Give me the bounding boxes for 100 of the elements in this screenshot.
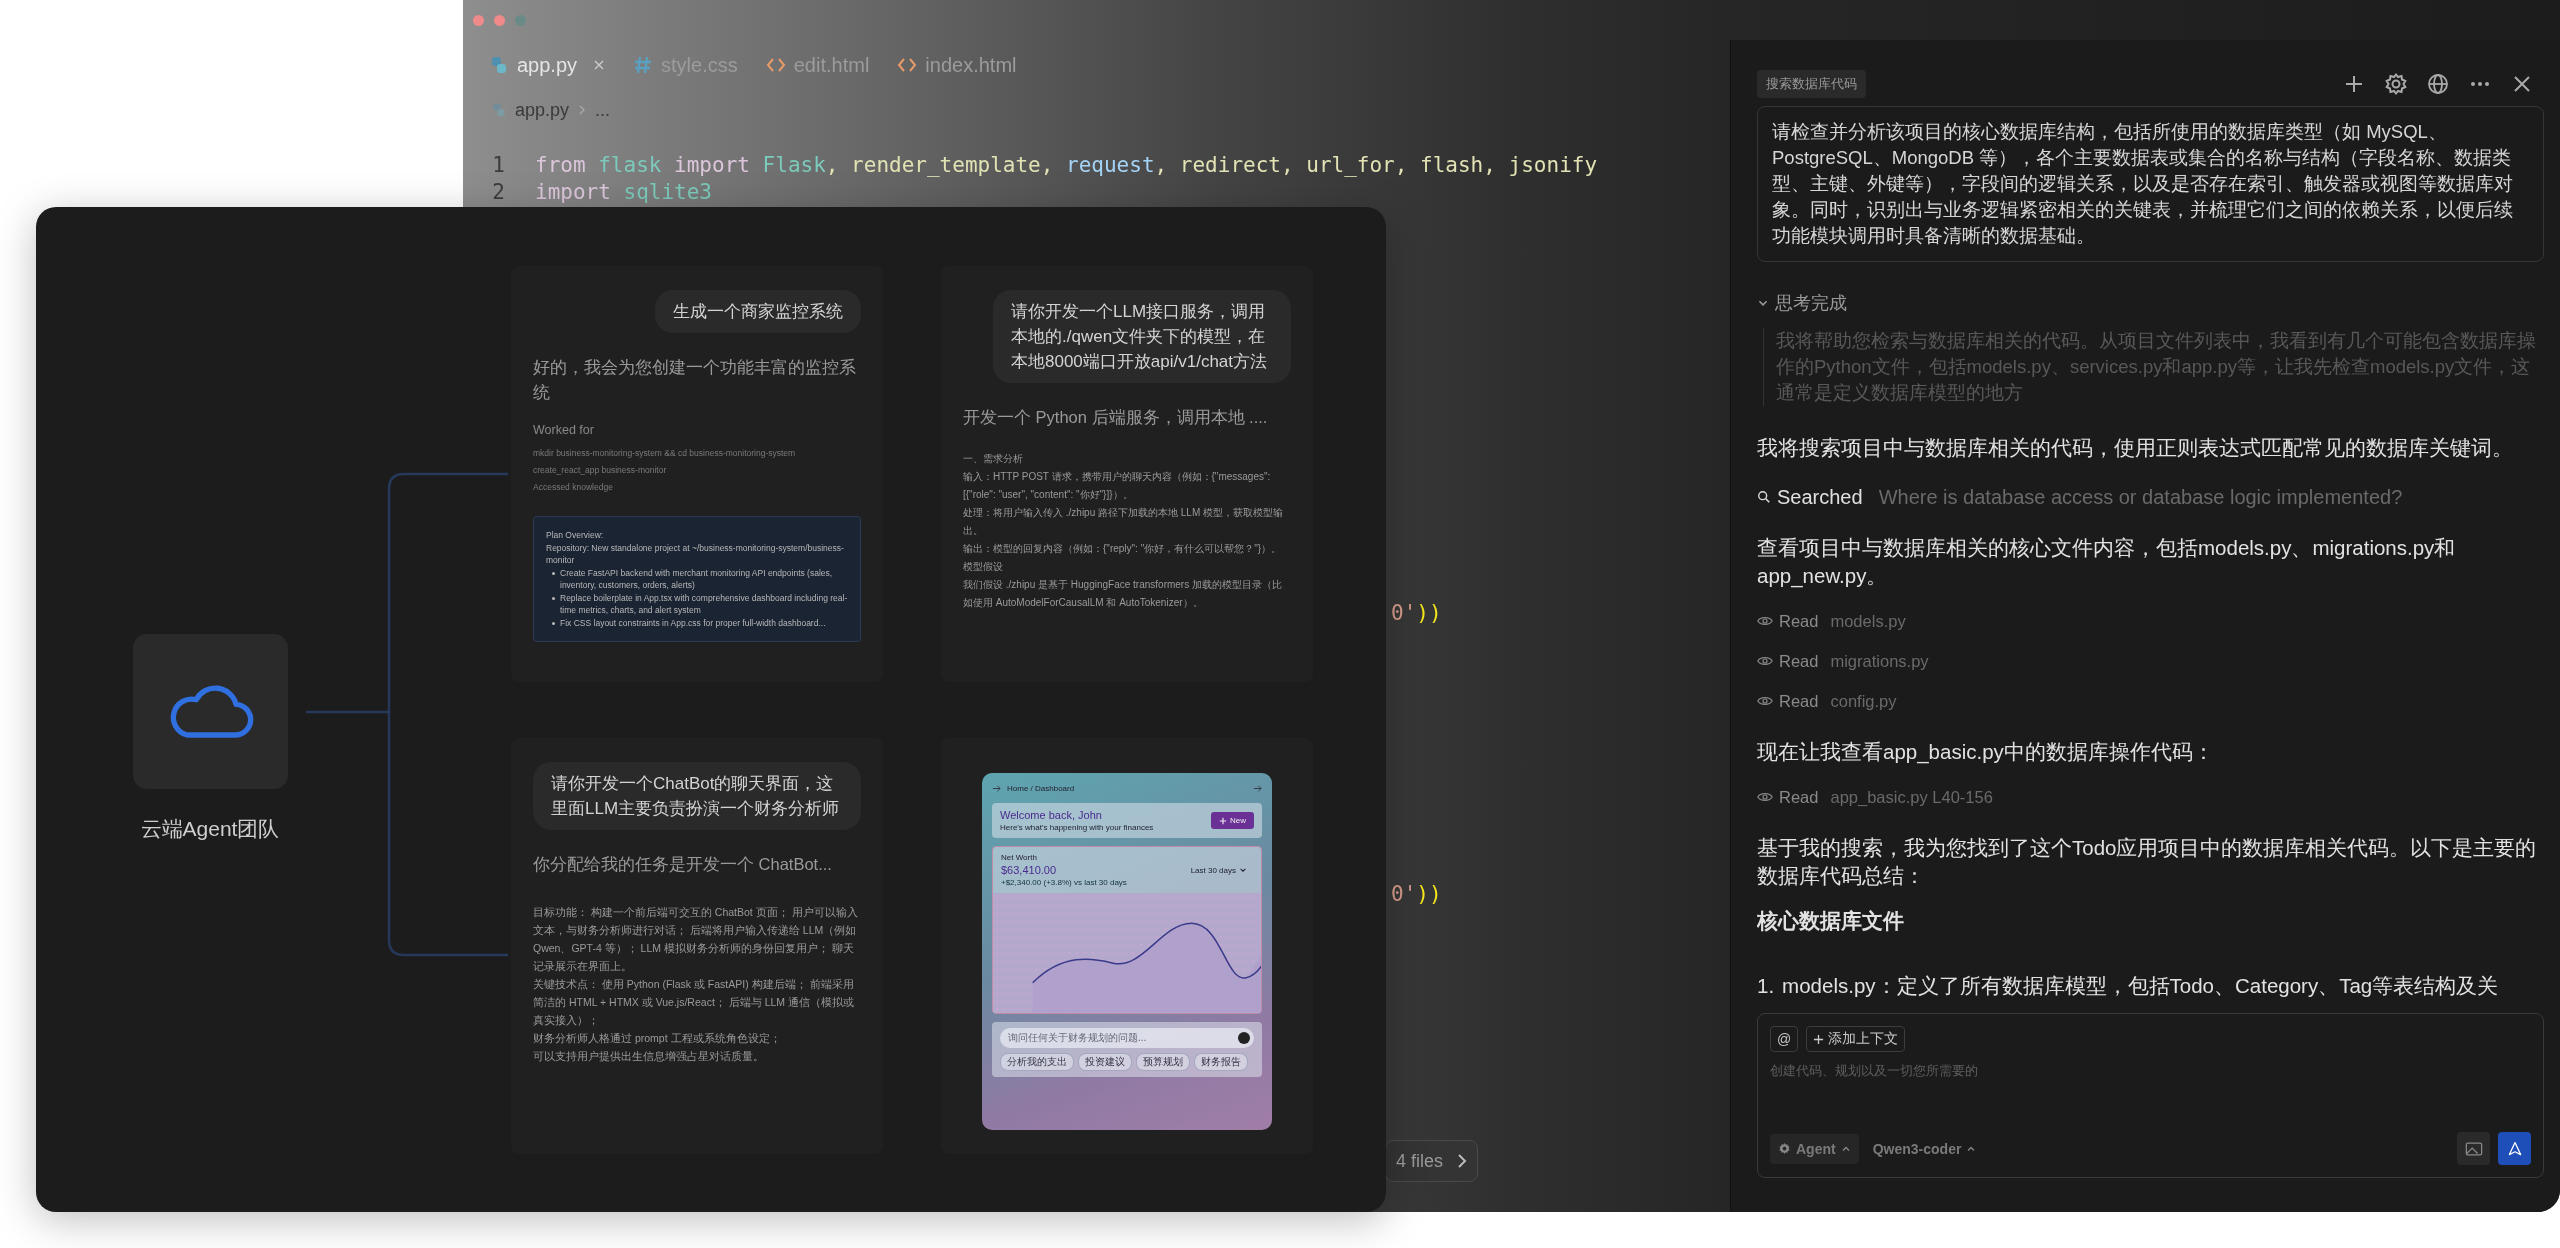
send-button[interactable]	[2498, 1132, 2531, 1165]
bullet-icon	[552, 621, 555, 625]
chevron-right-icon	[1457, 1153, 1468, 1169]
agent-team-tile[interactable]	[132, 634, 288, 789]
plus-icon	[1219, 816, 1227, 825]
breadcrumb-item[interactable]: ...	[595, 99, 611, 121]
agent-analysis-text: 一、需求分析	[963, 452, 1024, 466]
read-label: Read	[1779, 651, 1819, 672]
agent-analysis-text: 模型假设	[963, 560, 1004, 574]
preview-breadcrumb: Home / Dashboard	[1007, 783, 1075, 793]
eye-icon	[1757, 615, 1773, 627]
thinking-toggle[interactable]: 思考完成	[1757, 290, 1847, 316]
breadcrumb-item[interactable]: app.py	[515, 99, 570, 121]
agent-analysis-text: 输入：HTTP POST 请求，携带用户的聊天内容（例如：{"messages": [{"role": "user", "content": "你好"}]}）。	[963, 470, 1272, 502]
read-label: Read	[1779, 787, 1819, 808]
agent-reply: 开发一个 Python 后端服务，调用本地 ....	[963, 407, 1269, 428]
file-link[interactable]: config.py	[1830, 687, 1897, 715]
mode-dropdown[interactable]: Agent	[1770, 1133, 1859, 1164]
image-icon	[2464, 1140, 2483, 1157]
file-link[interactable]: migrations.py	[1830, 647, 1929, 675]
question-placeholder: 询问任何关于财务规划的问题...	[1008, 1031, 1147, 1045]
suggestion-chip[interactable]: 预算规划	[1136, 1053, 1190, 1071]
gear-icon	[1778, 1142, 1791, 1155]
list-item-text: models.py：定义了所有数据库模型，包括Todo、Category、Tag等表结构及关	[1782, 973, 2499, 999]
code-line: 0'))	[1391, 882, 1442, 906]
section-heading: 核心数据库文件	[1757, 908, 1905, 934]
step-log-line: Accessed knowledge	[533, 481, 614, 494]
team-label: 云端Agent团队	[140, 816, 280, 842]
line-number: 1	[491, 152, 505, 179]
python-file-icon	[489, 55, 509, 75]
welcome-title: Welcome back, John	[1000, 809, 1102, 821]
chevron-down-icon	[1239, 866, 1247, 874]
file-tab[interactable]: index.html	[897, 45, 1017, 85]
agent-analysis-text: 财务分析师人格通过 prompt 工程或系统角色设定；	[533, 1031, 782, 1046]
plan-bullet-text: Fix CSS layout constraints in App.css for proper full-width dashboard...	[560, 616, 826, 629]
agent-analysis-text: 关键技术点： 使用 Python (Flask 或 FastAPI) 构建后端； 前端采用简洁的 HTML + HTMX 或 Vue.js/React； 后端与 LLM 通信（模拟或真实接入）；	[533, 977, 855, 1028]
thinking-label: 思考完成	[1775, 292, 1847, 315]
user-request-bubble: 生成一个商家监控系统	[655, 290, 861, 333]
file-link[interactable]: models.py	[1830, 607, 1906, 635]
mention-button[interactable]: @	[1770, 1026, 1799, 1052]
send-icon[interactable]	[1238, 1032, 1250, 1044]
step-log-line: create_react_app business-monitor	[533, 464, 668, 477]
thinking-text: 我将帮助您检索与数据库相关的代码。从项目文件列表中，我看到有几个可能包含数据库操作的Python文件，包括models.py、services.py和app.py等，让我先检查models.py文件，这通常是定义数据库模型的地方	[1763, 328, 2544, 406]
assistant-message: 查看项目中与数据库相关的核心文件内容，包括models.py、migrations.py和app_new.py。	[1757, 535, 2457, 590]
add-context-button[interactable]: 添加上下文	[1806, 1026, 1906, 1052]
model-dropdown[interactable]: Qwen3-coder	[1866, 1133, 1983, 1164]
step-log-line: mkdir business-monitoring-system && cd business-monitoring-system	[533, 447, 797, 460]
agent-analysis-text: 处理：将用户输入传入 ./zhipu 路径下加载的本地 LLM 模型，获取模型输出。	[963, 506, 1285, 538]
net-worth-amount: $63,410.00	[1001, 864, 1057, 876]
plan-title: Plan Overview:	[546, 529, 605, 542]
conversation-title: 搜索数据库代码	[1757, 70, 1866, 98]
line-number: 2	[491, 179, 505, 206]
plan-intro: Repository: New standalone project at ~/business-monitoring-system/business-monitor	[546, 541, 845, 567]
bullet-icon	[552, 571, 555, 575]
code-line: from flask import Flask, render_template, request, redirect, url_for, flash, jsonify	[535, 152, 1598, 179]
suggestion-chip[interactable]: 财务报告	[1194, 1053, 1248, 1071]
search-icon	[1757, 490, 1771, 504]
suggestion-chip[interactable]: 投资建议	[1078, 1053, 1132, 1071]
question-input[interactable]: 询问任何关于财务规划的问题...	[1000, 1028, 1254, 1048]
agent-reply: 好的，我会为您创建一个功能丰富的监控系统	[533, 357, 857, 403]
code-line: import sqlite3	[535, 179, 713, 206]
eye-icon	[1757, 791, 1773, 803]
net-worth-label: Net Worth	[1001, 853, 1037, 862]
agent-analysis-text: 可以支持用户提供出生信息增强占星对话质量。	[533, 1049, 765, 1064]
assistant-message: 我将搜索项目中与数据库相关的代码，使用正则表达式匹配常见的数据库关键词。	[1757, 435, 2514, 461]
new-button[interactable]: New	[1211, 812, 1254, 829]
plan-bullet-text: Replace boilerplate in App.tsx with comprehensive dashboard including real-time metrics, charts, and alert system	[560, 591, 848, 617]
plan-bullet-text: Create FastAPI backend with merchant monitoring API endpoints (sales, inventory, customers, orders, alerts)	[560, 566, 834, 592]
agent-analysis-text: 目标功能： 构建一个前后端可交互的 ChatBot 页面； 用户可以输入文本，与财务分析师进行对话； 后端将用户输入传递给 LLM（例如 Qwen、GPT-4 等）； LLM 模拟财务分析师的身份回复用户； 聊天记录展示在界面上。	[533, 905, 859, 974]
bullet-icon	[552, 596, 555, 600]
user-prompt-message: 请检查并分析该项目的核心数据库结构，包括所使用的数据库类型（如 MySQL、PostgreSQL、MongoDB 等），各个主要数据表或集合的名称与结构（字段名称、数据类型、主键、外键等），字段间的逻辑关系，以及是否存在索引、触发器或视图等数据库对象。同时，识别出与业务逻辑紧密相关的关键表，并梳理它们之间的依赖关系，以便后续功能模块调用时具备清晰的数据基础。	[1757, 106, 2544, 262]
agent-reply: 你分配给我的任务是开发一个 ChatBot...	[533, 854, 833, 875]
python-file-icon	[491, 102, 507, 118]
read-label: Read	[1779, 691, 1819, 712]
plus-icon	[1813, 1033, 1825, 1045]
arrow-icon	[1253, 783, 1262, 793]
read-label: Read	[1779, 611, 1819, 632]
image-button[interactable]	[2457, 1132, 2490, 1165]
code-line: 0'))	[1391, 601, 1442, 625]
file-tab[interactable]: app.py	[489, 45, 606, 85]
assistant-message: 基于我的搜索，我为您找到了这个Todo应用项目中的数据库相关代码。以下是主要的数据库代码总结：	[1757, 835, 2538, 889]
user-request-bubble: 请你开发一个LLM接口服务，调用本地的./qwen文件夹下的模型，在本地8000端口开放api/v1/chat方法	[993, 290, 1291, 383]
globe-icon[interactable]	[2426, 72, 2450, 96]
list-number: 1.	[1757, 973, 1775, 999]
file-link[interactable]: app_basic.py L40-156	[1830, 783, 1993, 811]
eye-icon	[1757, 695, 1773, 707]
suggestion-chip[interactable]: 分析我的支出	[1000, 1053, 1074, 1071]
search-query[interactable]: Where is database access or database logic implemented?	[1878, 483, 2403, 511]
welcome-subtitle: Here's what's happening with your finances	[1000, 823, 1154, 832]
hash-icon	[633, 55, 654, 75]
assistant-message: 现在让我查看app_basic.py中的数据库操作代码：	[1757, 739, 2215, 766]
agent-analysis-text: 我们假设 ./zhipu 是基于 HuggingFace transformers 加载的模型目录（比如使用 AutoModelForCausalLM 和 AutoTokenizer）。	[963, 578, 1283, 610]
changed-files-button[interactable]: 4 files	[1385, 1140, 1479, 1182]
range-dropdown[interactable]: Last 30 days	[1184, 863, 1253, 877]
agent-analysis-text: 输出：模型的回复内容（例如：{"reply": "你好，有什么可以帮您？"}）。	[963, 542, 1283, 556]
user-request-bubble: 请你开发一个ChatBot的聊天界面，这里面LLM主要负责扮演一个财务分析师	[533, 762, 861, 830]
eye-icon	[1757, 655, 1773, 667]
settings-icon[interactable]	[2384, 72, 2408, 96]
worked-for-label: Worked for	[533, 423, 595, 437]
searched-label: Searched	[1777, 485, 1863, 510]
